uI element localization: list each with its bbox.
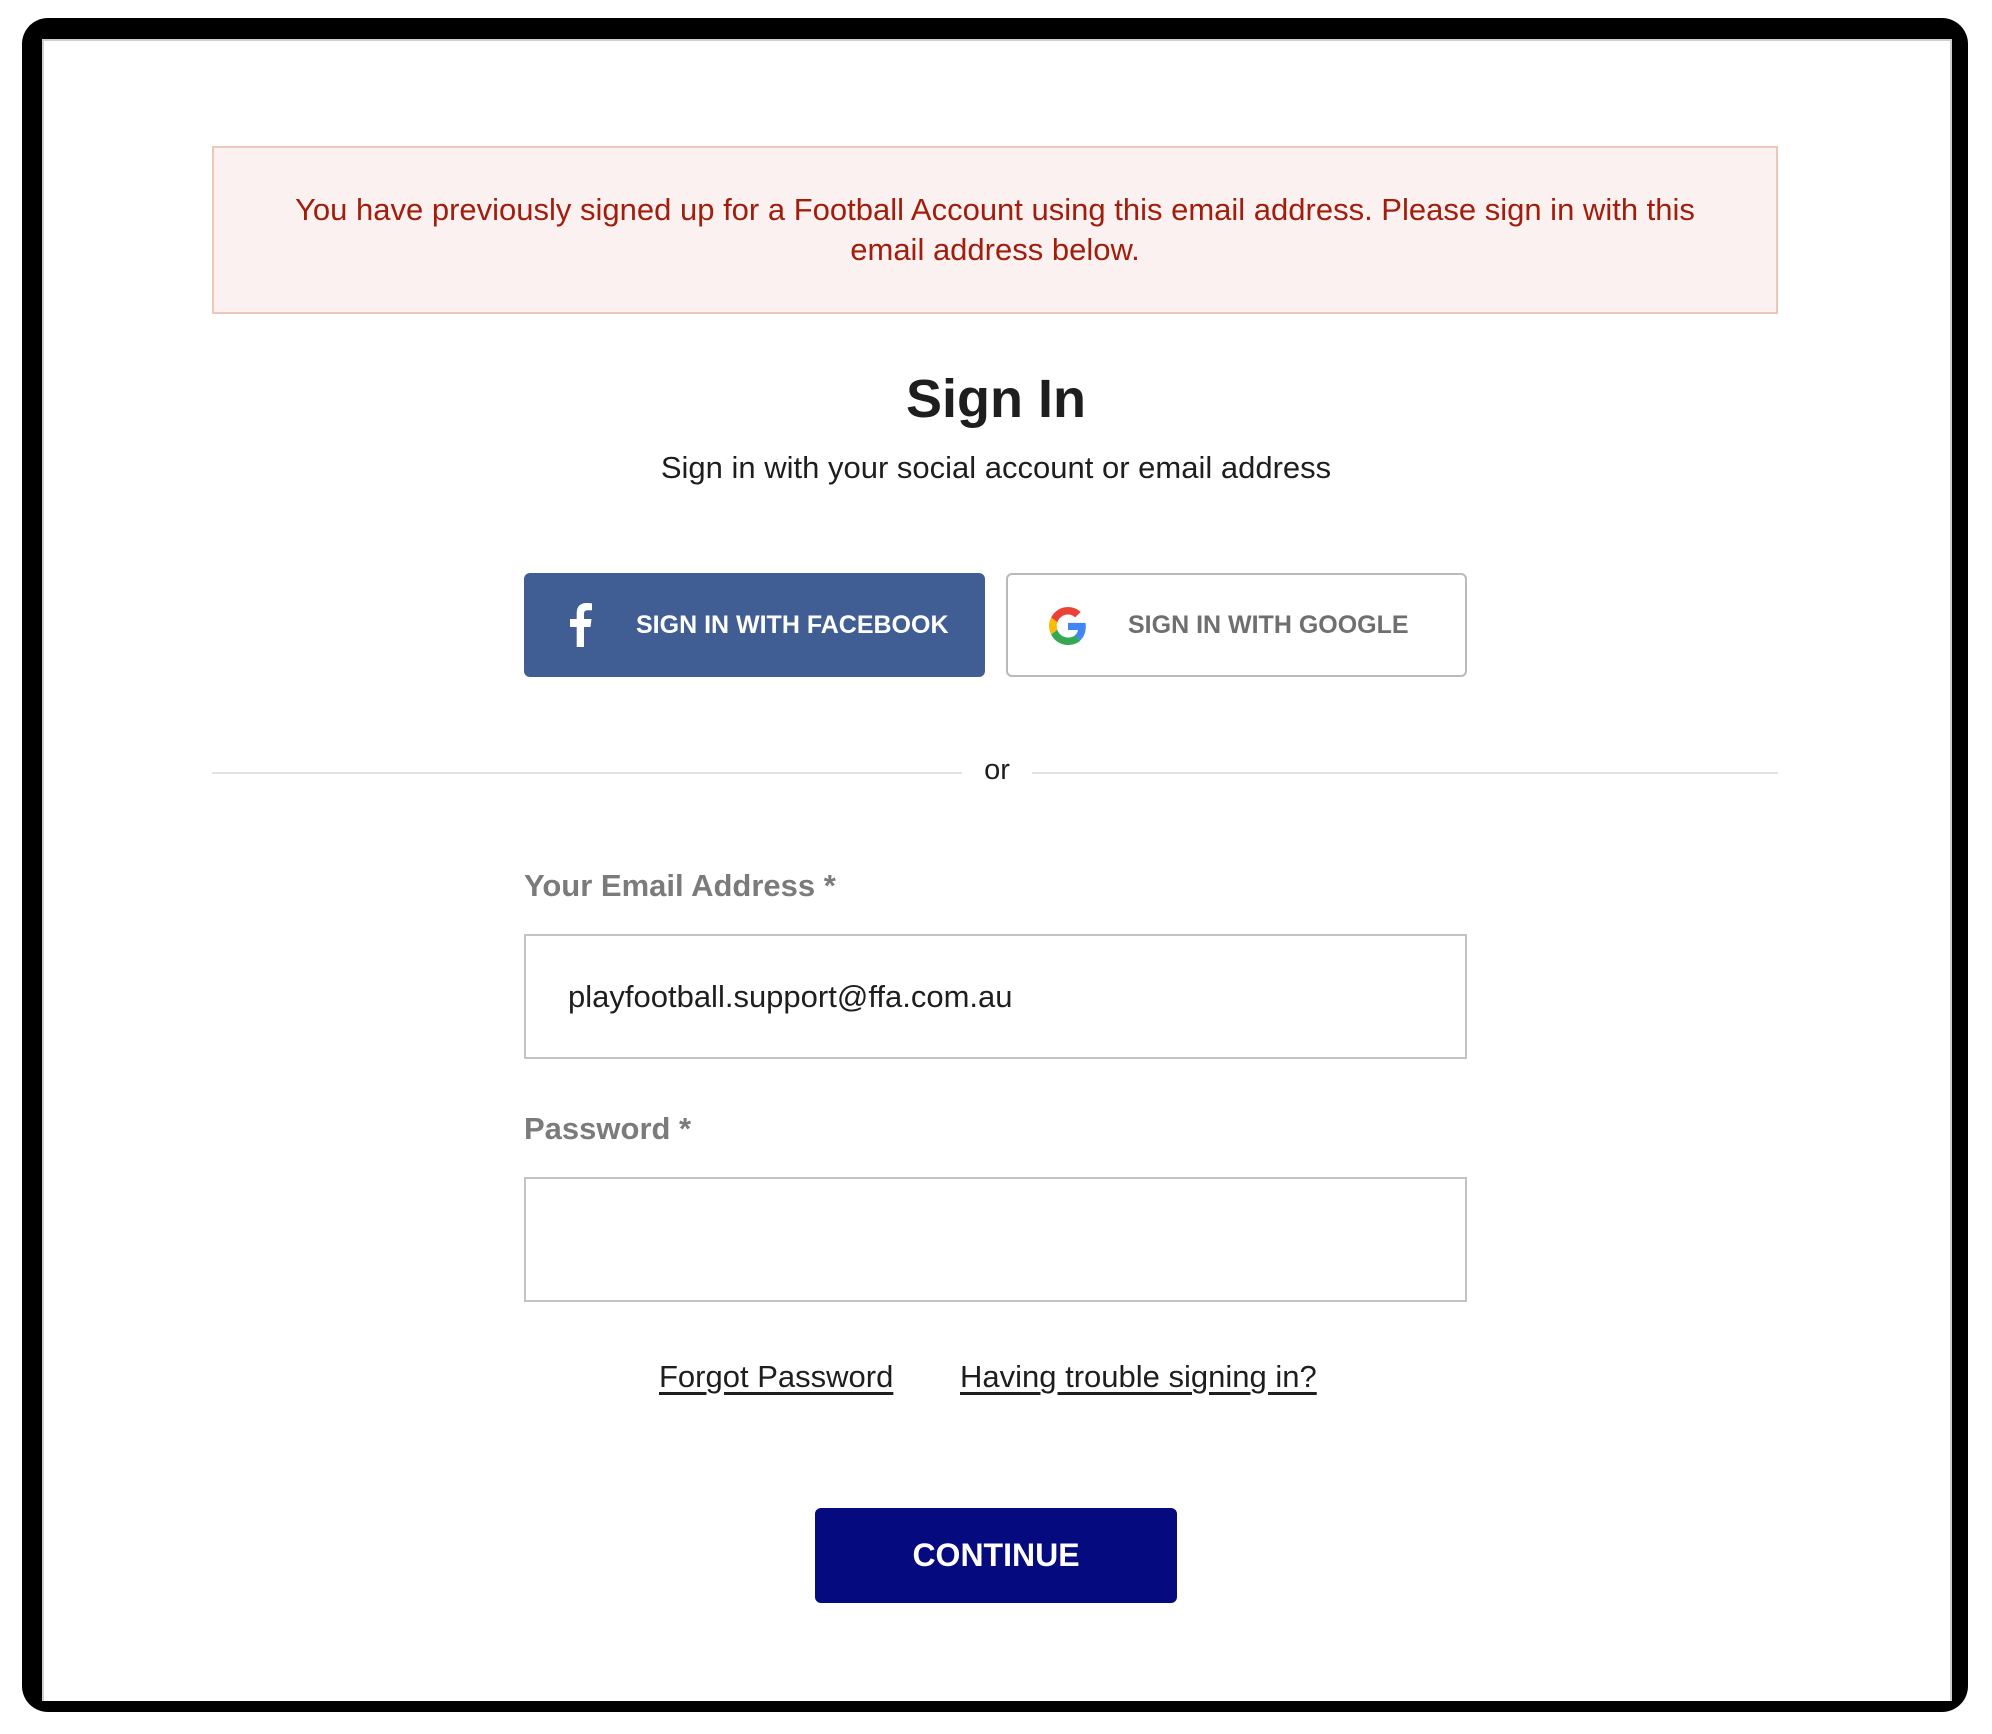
- password-field[interactable]: [524, 1177, 1467, 1302]
- facebook-button-label: SIGN IN WITH FACEBOOK: [636, 611, 949, 639]
- continue-button-label: CONTINUE: [912, 1537, 1080, 1573]
- trouble-signing-in-link[interactable]: Having trouble signing in?: [960, 1359, 1317, 1395]
- google-sign-in-button[interactable]: SIGN IN WITH GOOGLE: [1006, 573, 1467, 677]
- page-subtitle: Sign in with your social account or emai…: [660, 450, 1332, 485]
- duplicate-account-alert: You have previously signed up for a Foot…: [212, 146, 1778, 314]
- divider-or-text: or: [984, 754, 1010, 786]
- continue-button[interactable]: CONTINUE: [815, 1508, 1177, 1603]
- email-field-label: Your Email Address *: [524, 868, 836, 903]
- facebook-icon: [570, 603, 592, 647]
- forgot-password-link[interactable]: Forgot Password: [659, 1359, 893, 1395]
- facebook-sign-in-button[interactable]: SIGN IN WITH FACEBOOK: [524, 573, 985, 677]
- email-field[interactable]: [524, 934, 1467, 1059]
- google-button-label: SIGN IN WITH GOOGLE: [1128, 611, 1409, 639]
- alert-message: You have previously signed up for a Foot…: [295, 192, 1695, 267]
- password-field-label: Password *: [524, 1111, 692, 1146]
- divider-line-left: [212, 772, 962, 774]
- divider-line-right: [1032, 772, 1778, 774]
- page-title: Sign In: [906, 369, 1086, 429]
- google-icon: [1049, 607, 1086, 645]
